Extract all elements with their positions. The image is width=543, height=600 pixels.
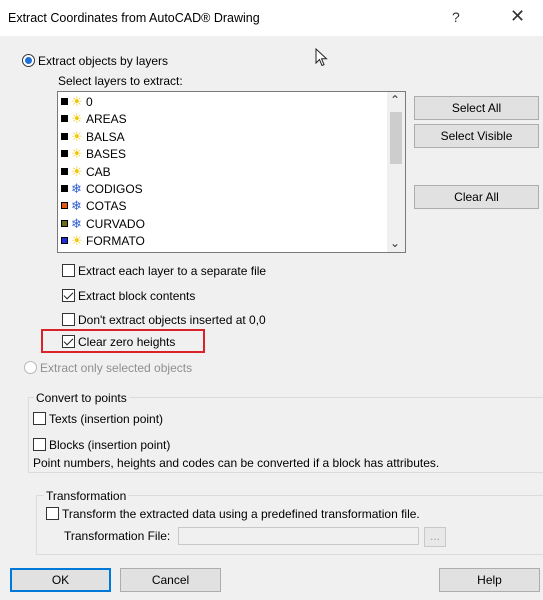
- convert-note: Point numbers, heights and codes can be …: [33, 456, 440, 470]
- block-contents-label[interactable]: Extract block contents: [78, 289, 195, 303]
- clear-all-button[interactable]: Clear All: [414, 185, 539, 209]
- layer-name: AREAS: [86, 112, 127, 127]
- transformation-group: [36, 495, 543, 555]
- select-visible-button[interactable]: Select Visible: [414, 124, 539, 148]
- transform-checkbox[interactable]: [46, 507, 59, 520]
- separate-file-label[interactable]: Extract each layer to a separate file: [78, 264, 266, 278]
- separate-file-checkbox[interactable]: [62, 264, 75, 277]
- layer-color-swatch: [61, 115, 68, 123]
- layer-color-swatch: [61, 132, 68, 140]
- scroll-down-icon[interactable]: ⌄: [390, 236, 400, 250]
- help-icon[interactable]: ?: [452, 9, 460, 25]
- snowflake-icon: ❄: [71, 215, 82, 231]
- layer-color-swatch: [61, 150, 68, 158]
- snowflake-icon: ❄: [71, 181, 82, 196]
- ok-button[interactable]: OK: [10, 568, 111, 592]
- transformation-file-input[interactable]: [178, 527, 419, 545]
- layer-item[interactable]: ❄ CODIGOS: [61, 181, 381, 197]
- sun-icon: ☀: [71, 163, 83, 179]
- title-bar: Extract Coordinates from AutoCAD® Drawin…: [0, 0, 543, 36]
- transform-label[interactable]: Transform the extracted data using a pre…: [62, 507, 420, 521]
- transformation-group-label: Transformation: [44, 489, 129, 503]
- transformation-file-label: Transformation File:: [64, 529, 171, 543]
- convert-texts-label[interactable]: Texts (insertion point): [49, 412, 163, 426]
- layer-name: BASES: [86, 147, 127, 162]
- snowflake-icon: ❄: [71, 198, 82, 214]
- sun-icon: ☀: [71, 111, 83, 127]
- convert-group-label: Convert to points: [34, 391, 129, 405]
- layer-color-swatch: [61, 202, 68, 210]
- layer-name: CURVADO: [86, 216, 145, 231]
- sun-icon: ☀: [71, 128, 83, 144]
- layer-color-swatch: [61, 185, 68, 192]
- extract-selected-label[interactable]: Extract only selected objects: [40, 361, 192, 375]
- layer-color-swatch: [61, 98, 68, 105]
- scroll-up-icon[interactable]: ⌃: [390, 93, 400, 107]
- cancel-button[interactable]: Cancel: [120, 568, 221, 592]
- highlight-box: [41, 329, 205, 353]
- block-contents-checkbox[interactable]: [62, 289, 75, 302]
- convert-blocks-checkbox[interactable]: [33, 438, 46, 451]
- layer-color-swatch: [61, 237, 68, 245]
- layer-name: BALSA: [86, 129, 125, 144]
- extract-by-layers-label[interactable]: Extract objects by layers: [38, 54, 168, 68]
- extract-by-layers-radio[interactable]: [22, 54, 35, 67]
- layer-item[interactable]: ❄ CURVADO: [61, 216, 381, 232]
- layer-list-scrollbar[interactable]: ⌃ ⌄: [387, 92, 405, 252]
- layer-name: 0: [86, 95, 93, 109]
- layer-item[interactable]: ☀ BASES: [61, 146, 381, 162]
- sun-icon: ☀: [71, 233, 83, 249]
- close-icon[interactable]: ✕: [510, 6, 525, 27]
- layer-color-swatch: [61, 167, 68, 175]
- extract-selected-radio[interactable]: [24, 361, 37, 374]
- layer-name: CODIGOS: [86, 182, 143, 196]
- dont-extract-origin-label[interactable]: Don't extract objects inserted at 0,0: [78, 313, 266, 327]
- sun-icon: ☀: [71, 146, 83, 162]
- layer-item[interactable]: ☀ 0: [61, 94, 381, 110]
- window-title: Extract Coordinates from AutoCAD® Drawin…: [8, 11, 260, 25]
- layer-item[interactable]: ☀ BALSA: [61, 129, 381, 145]
- layer-item[interactable]: ☀ CAB: [61, 164, 381, 180]
- layer-item[interactable]: ❄ COTAS: [61, 198, 381, 214]
- layer-name: FORMATO: [86, 234, 145, 249]
- select-all-button[interactable]: Select All: [414, 96, 539, 120]
- select-layers-label: Select layers to extract:: [58, 74, 183, 88]
- convert-texts-checkbox[interactable]: [33, 412, 46, 425]
- layer-item[interactable]: ☀ AREAS: [61, 111, 381, 127]
- dont-extract-origin-checkbox[interactable]: [62, 313, 75, 326]
- convert-blocks-label[interactable]: Blocks (insertion point): [49, 438, 170, 452]
- layer-color-swatch: [61, 219, 68, 227]
- layer-name: COTAS: [86, 199, 127, 214]
- browse-button[interactable]: ...: [424, 527, 446, 547]
- sun-icon: ☀: [71, 94, 83, 109]
- layer-name: CAB: [86, 164, 111, 179]
- help-button[interactable]: Help: [439, 568, 540, 592]
- mouse-cursor-icon: [315, 48, 328, 67]
- scroll-thumb[interactable]: [390, 112, 402, 164]
- layer-item[interactable]: ☀ FORMATO: [61, 233, 381, 249]
- layer-listbox[interactable]: ☀ 0 ☀ AREAS ☀ BALSA ☀ BASES ☀ CAB ❄ CODIGOS ❄ COTAS ❄ C…: [57, 91, 406, 253]
